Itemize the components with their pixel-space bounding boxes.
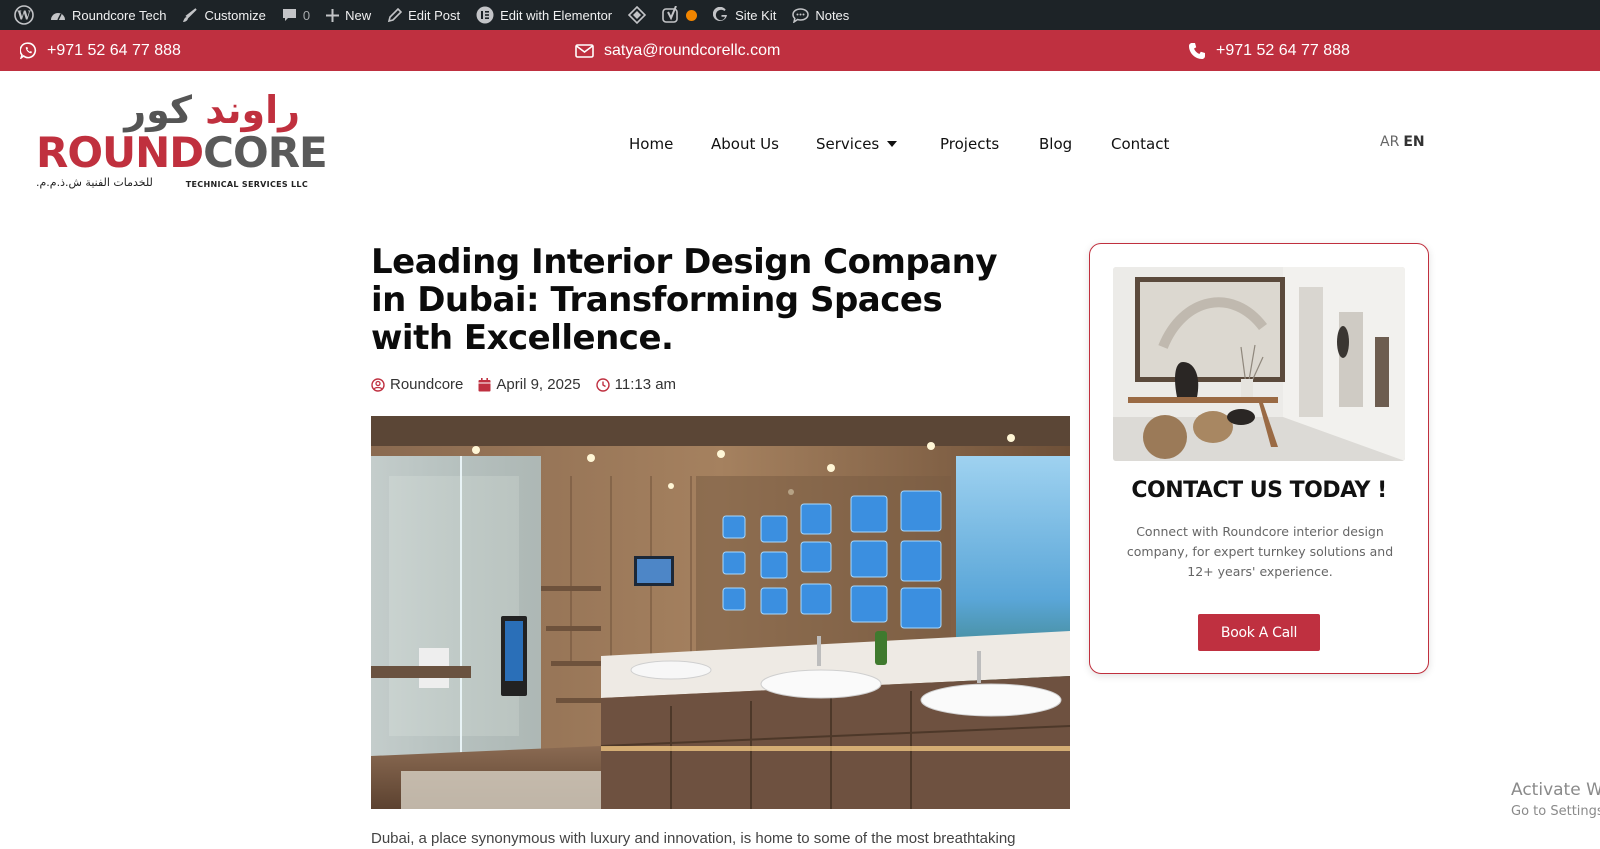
contact-card: CONTACT US TODAY ! Connect with Roundcor…	[1089, 243, 1429, 674]
logo-arabic-red: راوند	[205, 88, 300, 132]
post-time: 11:13 am	[595, 376, 677, 393]
envelope-icon	[575, 43, 594, 58]
logo-wordmark: ROUNDCORE	[36, 128, 328, 177]
user-circle-icon	[371, 377, 385, 392]
caret-down-icon	[887, 141, 898, 147]
calendar-icon	[478, 377, 491, 391]
activate-windows-watermark: Activate W Go to Settings	[1511, 780, 1600, 819]
whatsapp-link[interactable]: +971 52 64 77 888	[20, 30, 181, 71]
watermark-line-1: Activate W	[1511, 780, 1600, 800]
hallway-console-illustration	[1113, 267, 1405, 461]
brush-icon	[183, 8, 198, 22]
dashboard-icon	[51, 13, 65, 21]
wp-admin-bar: W Roundcore Tech Customize 0 New Edit Po…	[0, 0, 1600, 30]
notes-link[interactable]: Notes	[784, 0, 857, 30]
diamond-menu[interactable]	[620, 0, 654, 30]
site-logo[interactable]: راوند كور ROUNDCORE للخدمات الفنية ش.ذ.م…	[34, 88, 328, 196]
whatsapp-number: +971 52 64 77 888	[47, 41, 181, 59]
post-intro-text: Dubai, a place synonymous with luxury an…	[371, 830, 1016, 847]
nav-services-label: Services	[816, 135, 880, 153]
lang-ar[interactable]: AR	[1380, 134, 1399, 150]
nav-blog[interactable]: Blog	[1039, 130, 1072, 158]
contact-card-heading: CONTACT US TODAY !	[1131, 478, 1387, 503]
logo-english-subtitle: TECHNICAL SERVICES LLC	[185, 180, 308, 189]
post-date: April 9, 2025	[478, 376, 581, 393]
nav-services[interactable]: Services	[816, 130, 898, 158]
time-text: 11:13 am	[614, 376, 677, 393]
post-meta: Roundcore April 9, 2025 11:13 am	[371, 376, 691, 393]
site-name-link[interactable]: Roundcore Tech	[42, 0, 174, 30]
logo-arabic-subtitle: للخدمات الفنية ش.ذ.م.م.	[36, 176, 153, 189]
nav-about-us[interactable]: About Us	[711, 130, 779, 158]
edit-elementor-link[interactable]: Edit with Elementor	[468, 0, 620, 30]
elementor-icon	[476, 6, 494, 24]
logo-arabic-wordmark: راوند كور	[124, 88, 300, 132]
yoast-icon	[662, 6, 678, 23]
email-address: satya@roundcorellc.com	[604, 41, 781, 59]
comments-link[interactable]: 0	[274, 0, 318, 30]
site-name-label: Roundcore Tech	[72, 7, 167, 23]
book-a-call-button[interactable]: Book A Call	[1198, 614, 1320, 651]
whatsapp-icon	[20, 42, 37, 59]
edit-post-link[interactable]: Edit Post	[379, 0, 468, 30]
plus-icon	[326, 8, 340, 22]
svg-text:W: W	[16, 9, 31, 23]
customize-label: Customize	[204, 7, 266, 23]
edit-elementor-label: Edit with Elementor	[500, 7, 613, 23]
language-switcher: AR EN	[1380, 134, 1425, 150]
new-content-link[interactable]: New	[318, 0, 379, 30]
phone-link[interactable]: +971 52 64 77 888	[1188, 30, 1350, 71]
customize-link[interactable]: Customize	[174, 0, 273, 30]
speech-bubble-icon	[792, 7, 810, 23]
nav-projects[interactable]: Projects	[940, 130, 999, 158]
post-author[interactable]: Roundcore	[371, 376, 463, 393]
site-kit-label: Site Kit	[735, 7, 777, 23]
post-title: Leading Interior Design Company in Dubai…	[371, 242, 998, 358]
diamond-icon	[628, 6, 647, 24]
wordpress-icon: W	[14, 5, 34, 25]
yoast-seo-menu[interactable]	[654, 0, 705, 30]
top-contact-bar: +971 52 64 77 888 satya@roundcorellc.com…	[0, 30, 1600, 71]
edit-post-label: Edit Post	[408, 7, 461, 23]
clock-icon	[595, 377, 610, 392]
logo-word-gray: CORE	[203, 128, 328, 177]
seo-status-dot	[686, 9, 698, 21]
pencil-icon	[388, 7, 403, 22]
nav-contact[interactable]: Contact	[1111, 130, 1169, 158]
comment-icon	[282, 9, 296, 21]
notes-label: Notes	[815, 7, 850, 23]
phone-number: +971 52 64 77 888	[1216, 41, 1350, 59]
logo-word-red: ROUND	[36, 128, 204, 177]
smart-bathroom-illustration	[371, 416, 1070, 809]
author-name: Roundcore	[390, 376, 464, 393]
contact-card-text: Connect with Roundcore interior design c…	[1126, 524, 1394, 579]
site-kit-link[interactable]: Site Kit	[705, 0, 784, 30]
new-label: New	[345, 7, 372, 23]
watermark-line-2: Go to Settings	[1511, 804, 1600, 819]
wordpress-logo-button[interactable]: W	[6, 0, 42, 30]
lang-en[interactable]: EN	[1403, 134, 1424, 150]
date-text: April 9, 2025	[496, 376, 581, 393]
phone-icon	[1189, 42, 1205, 59]
comments-count: 0	[302, 7, 311, 23]
google-g-icon	[713, 7, 728, 21]
email-link[interactable]: satya@roundcorellc.com	[575, 30, 780, 71]
contact-card-image	[1113, 267, 1405, 461]
post-featured-image	[371, 416, 1070, 809]
nav-home[interactable]: Home	[629, 130, 673, 158]
logo-arabic-dark: كور	[124, 88, 193, 132]
